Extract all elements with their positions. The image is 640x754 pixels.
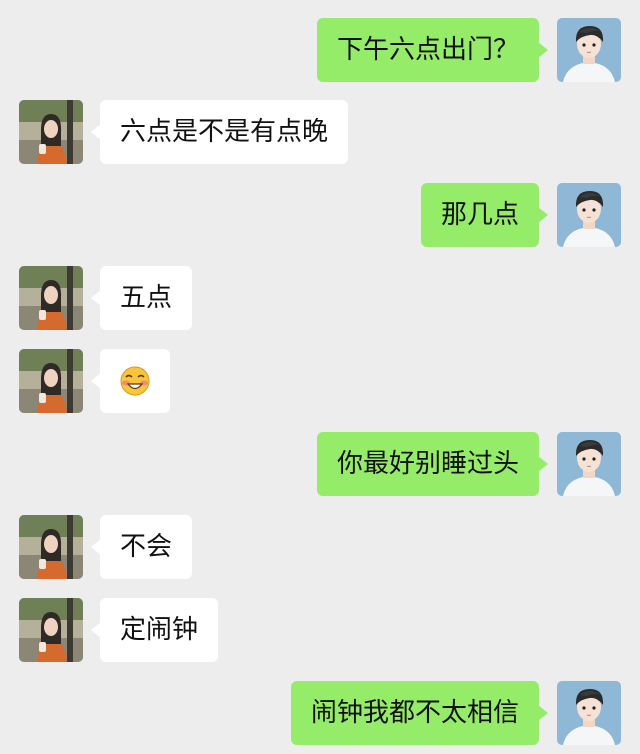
message-bubble-incoming[interactable]: 五点 [90, 266, 193, 330]
message-row-outgoing: 你最好别睡过头 [0, 432, 640, 496]
avatar-contact[interactable] [19, 515, 83, 579]
message-bubble-outgoing[interactable]: 那几点 [420, 183, 549, 247]
avatar-self[interactable] [557, 681, 621, 745]
avatar-contact-image [19, 598, 83, 662]
message-bubble-incoming[interactable]: 不会 [90, 515, 193, 579]
avatar-contact[interactable] [19, 100, 83, 164]
flushed-grin-emoji-icon [120, 366, 150, 396]
message-row-incoming: 不会 [0, 515, 640, 579]
message-row-outgoing: 闹钟我都不太相信 [0, 681, 640, 745]
message-bubble-incoming[interactable]: 定闹钟 [90, 598, 219, 662]
avatar-self-image [557, 18, 621, 82]
avatar-contact-image [19, 266, 83, 330]
avatar-contact-image [19, 100, 83, 164]
avatar-contact[interactable] [19, 266, 83, 330]
avatar-contact-image [19, 349, 83, 413]
avatar-self[interactable] [557, 18, 621, 82]
avatar-self-image [557, 432, 621, 496]
avatar-self-image [557, 183, 621, 247]
message-row-incoming: 五点 [0, 266, 640, 330]
message-bubble-incoming[interactable] [91, 349, 170, 413]
message-bubble-outgoing[interactable]: 下午六点出门？ [316, 18, 549, 82]
message-row-incoming: 定闹钟 [0, 598, 640, 662]
message-row-incoming [0, 349, 640, 413]
message-row-incoming: 六点是不是有点晚 [0, 100, 640, 164]
avatar-contact-image [19, 515, 83, 579]
avatar-contact[interactable] [19, 349, 83, 413]
avatar-contact[interactable] [19, 598, 83, 662]
message-row-outgoing: 下午六点出门？ [0, 18, 640, 82]
avatar-self[interactable] [557, 432, 621, 496]
message-bubble-incoming[interactable]: 六点是不是有点晚 [90, 100, 349, 164]
chat-window: 下午六点出门？ 六点是不是有点晚 那几点 五点 你最好别睡过头 不会 定闹钟 闹… [0, 0, 640, 754]
message-row-outgoing: 那几点 [0, 183, 640, 247]
avatar-self-image [557, 681, 621, 745]
message-bubble-outgoing[interactable]: 你最好别睡过头 [316, 432, 549, 496]
avatar-self[interactable] [557, 183, 621, 247]
message-bubble-outgoing[interactable]: 闹钟我都不太相信 [290, 681, 549, 745]
